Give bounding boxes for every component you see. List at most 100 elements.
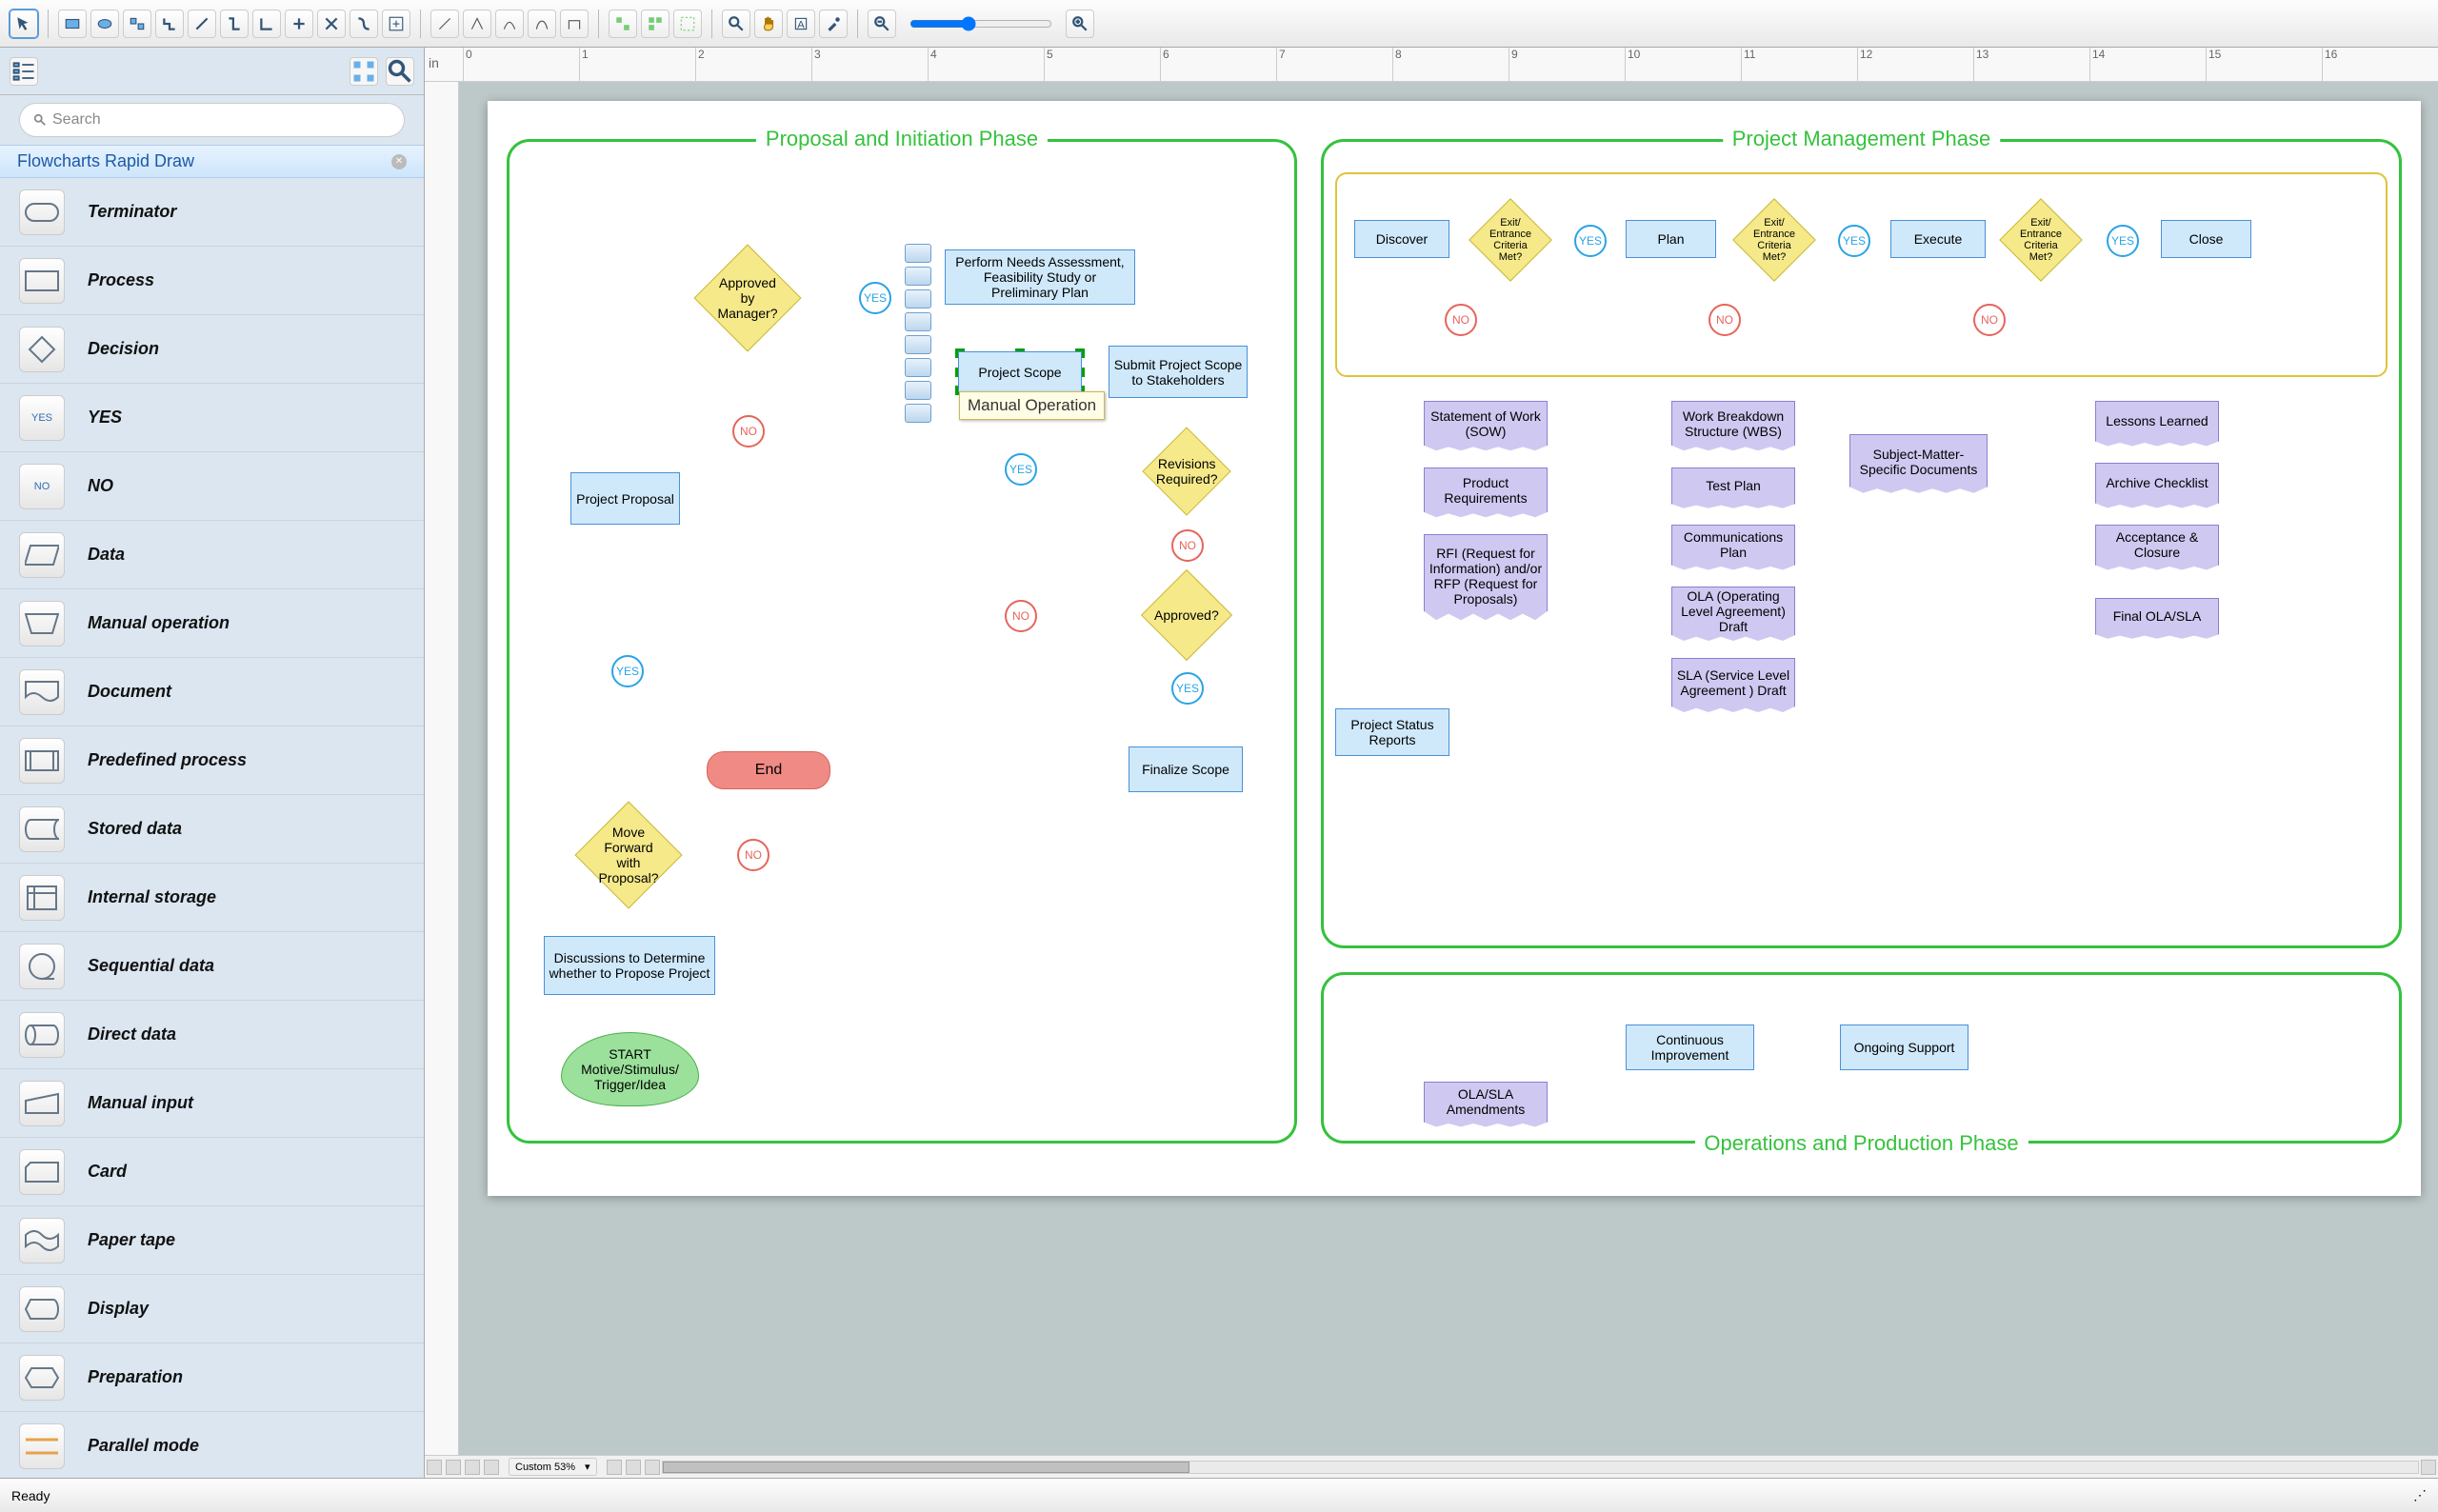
shape-item-internal-storage[interactable]: Internal storage — [0, 864, 424, 932]
line-tool-4[interactable] — [528, 10, 556, 38]
hand-tool[interactable] — [754, 10, 783, 38]
pal-trap[interactable] — [905, 312, 931, 331]
canvas[interactable]: Proposal and Initiation Phase Approved b… — [459, 82, 2438, 1455]
shape-item-preparation[interactable]: Preparation — [0, 1343, 424, 1412]
shape-item-decision[interactable]: Decision — [0, 315, 424, 384]
process-ongoing[interactable]: Ongoing Support — [1840, 1025, 1968, 1070]
close-icon[interactable]: ✕ — [391, 154, 407, 169]
search-input[interactable]: Search — [19, 103, 405, 137]
doc-ola-amend[interactable]: OLA/SLA Amendments — [1424, 1082, 1548, 1129]
shape-item-parallel-mode[interactable]: Parallel mode — [0, 1412, 424, 1478]
zoom-in-button[interactable] — [1066, 10, 1094, 38]
conn-no-4[interactable]: NO — [1005, 600, 1037, 632]
shape-item-terminator[interactable]: Terminator — [0, 178, 424, 247]
connector-tool-4[interactable] — [252, 10, 281, 38]
process-status-reports[interactable]: Project Status Reports — [1335, 708, 1449, 756]
connector-tool-5[interactable] — [285, 10, 313, 38]
pointer-tool[interactable] — [10, 10, 38, 38]
doc-rfi[interactable]: RFI (Request for Information) and/or RFP… — [1424, 534, 1548, 625]
connector-tool-2[interactable] — [188, 10, 216, 38]
shape-item-yes[interactable]: YESYES — [0, 384, 424, 452]
line-tool-5[interactable] — [560, 10, 589, 38]
shape-item-document[interactable]: Document — [0, 658, 424, 726]
doc-testplan[interactable]: Test Plan — [1671, 468, 1795, 510]
doc-sme[interactable]: Subject-Matter-Specific Documents — [1849, 434, 1988, 496]
pal-parallelogram[interactable] — [905, 289, 931, 308]
rect-tool[interactable] — [58, 10, 87, 38]
zoom-out-button[interactable] — [868, 10, 896, 38]
group-tool-3[interactable] — [673, 10, 702, 38]
process-project-proposal[interactable]: Project Proposal — [570, 472, 680, 525]
doc-sla[interactable]: SLA (Service Level Agreement ) Draft — [1671, 658, 1795, 715]
pal-rect[interactable] — [905, 244, 931, 263]
shape-item-manual-input[interactable]: Manual input — [0, 1069, 424, 1138]
group-tool-2[interactable] — [641, 10, 669, 38]
process-discover[interactable]: Discover — [1354, 220, 1449, 258]
shape-item-predefined-process[interactable]: Predefined process — [0, 726, 424, 795]
process-project-scope[interactable]: Project Scope — [958, 351, 1082, 392]
text-tool[interactable]: A — [787, 10, 815, 38]
export-tool[interactable] — [382, 10, 410, 38]
process-execute[interactable]: Execute — [1890, 220, 1986, 258]
doc-finalola[interactable]: Final OLA/SLA — [2095, 598, 2219, 641]
connector-tool-7[interactable] — [350, 10, 378, 38]
pal-diamond[interactable] — [905, 267, 931, 286]
terminator-end[interactable]: End — [707, 751, 830, 789]
doc-prodreq[interactable]: Product Requirements — [1424, 468, 1548, 520]
conn-no-pm1[interactable]: NO — [1445, 304, 1477, 336]
eyedropper-tool[interactable] — [819, 10, 848, 38]
doc-sow[interactable]: Statement of Work (SOW) — [1424, 401, 1548, 453]
conn-yes-pm1[interactable]: YES — [1574, 225, 1607, 257]
scrollbar-horizontal[interactable]: Custom 53%▾ — [425, 1455, 2438, 1478]
doc-commplan[interactable]: Communications Plan — [1671, 525, 1795, 572]
conn-yes-3[interactable]: YES — [1005, 453, 1037, 486]
grid-view-icon[interactable] — [350, 57, 378, 86]
doc-lessons[interactable]: Lessons Learned — [2095, 401, 2219, 448]
shape-item-stored-data[interactable]: Stored data — [0, 795, 424, 864]
zoom-tool[interactable] — [722, 10, 750, 38]
shape-item-direct-data[interactable]: Direct data — [0, 1001, 424, 1069]
conn-yes-pm2[interactable]: YES — [1838, 225, 1870, 257]
group-tool-1[interactable] — [609, 10, 637, 38]
process-plan[interactable]: Plan — [1626, 220, 1716, 258]
shape-item-display[interactable]: Display — [0, 1275, 424, 1343]
page[interactable]: Proposal and Initiation Phase Approved b… — [488, 101, 2421, 1196]
connector-tool-6[interactable] — [317, 10, 346, 38]
shape-item-sequential-data[interactable]: Sequential data — [0, 932, 424, 1001]
panel-header[interactable]: Flowcharts Rapid Draw ✕ — [0, 145, 424, 178]
doc-ola[interactable]: OLA (Operating Level Agreement) Draft — [1671, 587, 1795, 644]
process-submit-scope[interactable]: Submit Project Scope to Stakeholders — [1109, 346, 1248, 398]
page-first-icon[interactable] — [427, 1460, 442, 1475]
connector-tool-1[interactable] — [155, 10, 184, 38]
conn-yes-1[interactable]: YES — [859, 282, 891, 314]
doc-archive[interactable]: Archive Checklist — [2095, 463, 2219, 510]
pal-arrow[interactable] — [905, 381, 931, 400]
process-cont-improve[interactable]: Continuous Improvement — [1626, 1025, 1754, 1070]
zoom-slider[interactable] — [909, 16, 1052, 31]
ellipse-tool[interactable] — [90, 10, 119, 38]
shape-item-no[interactable]: NONO — [0, 452, 424, 521]
page-next-icon[interactable] — [465, 1460, 480, 1475]
shape-item-process[interactable]: Process — [0, 247, 424, 315]
pal-arrow2[interactable] — [905, 404, 931, 423]
shape-item-manual-operation[interactable]: Manual operation — [0, 589, 424, 658]
search-view-icon[interactable] — [386, 57, 414, 86]
page-last-icon[interactable] — [484, 1460, 499, 1475]
scroll-right-icon[interactable] — [2421, 1460, 2436, 1475]
line-tool-3[interactable] — [495, 10, 524, 38]
view-mode-3[interactable] — [645, 1460, 660, 1475]
process-discussions[interactable]: Discussions to Determine whether to Prop… — [544, 936, 715, 995]
conn-yes-pm3[interactable]: YES — [2107, 225, 2139, 257]
doc-accept[interactable]: Acceptance & Closure — [2095, 525, 2219, 572]
shape-tool-1[interactable] — [123, 10, 151, 38]
conn-no-2[interactable]: NO — [737, 839, 769, 871]
process-close[interactable]: Close — [2161, 220, 2251, 258]
scroll-thumb[interactable] — [663, 1462, 1189, 1473]
process-finalize-scope[interactable]: Finalize Scope — [1129, 746, 1243, 792]
line-tool-2[interactable] — [463, 10, 491, 38]
conn-yes-4[interactable]: YES — [1171, 672, 1204, 705]
page-prev-icon[interactable] — [446, 1460, 461, 1475]
conn-no-3[interactable]: NO — [1171, 529, 1204, 562]
pal-doc[interactable] — [905, 335, 931, 354]
conn-no-pm2[interactable]: NO — [1709, 304, 1741, 336]
